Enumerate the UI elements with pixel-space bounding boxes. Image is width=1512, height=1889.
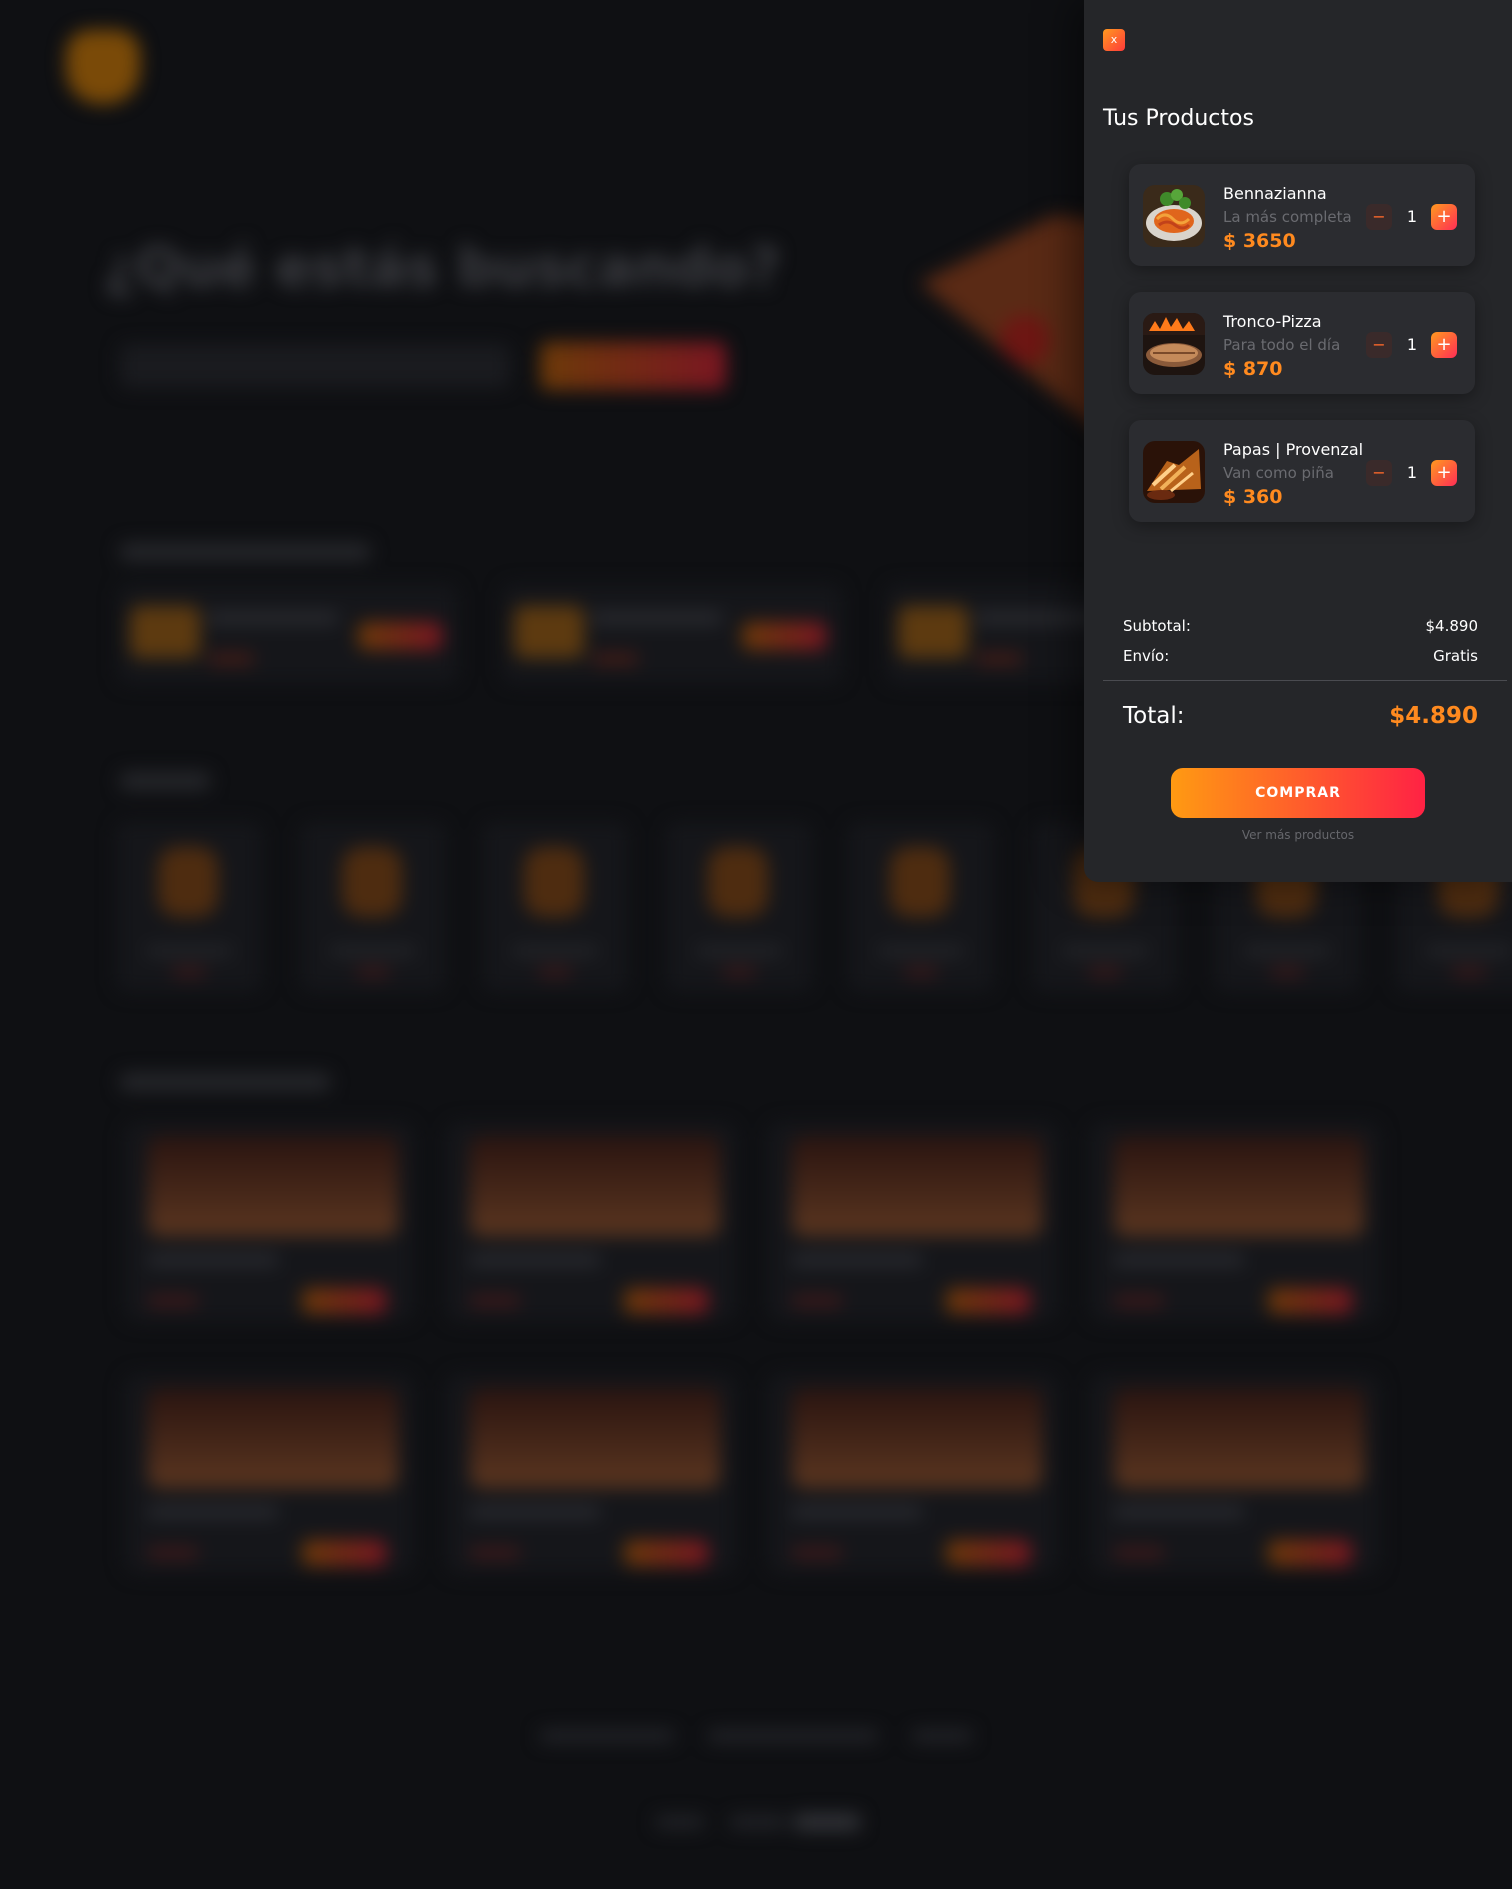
decrease-quantity-button[interactable]: − (1366, 332, 1392, 358)
decrease-quantity-button[interactable]: − (1366, 460, 1392, 486)
buy-button[interactable]: COMPRAR (1171, 768, 1425, 818)
logo (66, 30, 140, 104)
product-card (768, 1374, 1058, 1574)
category-card (116, 822, 262, 992)
total-value: $4.890 (1389, 703, 1478, 729)
cart-title: Tus Productos (1103, 106, 1254, 131)
cart-item: Tronco-Pizza Para todo el día $ 870 − 1 … (1129, 292, 1475, 394)
item-description: Van como piña (1223, 464, 1334, 482)
pizza-oven-icon (1143, 313, 1205, 375)
pasta-dish-icon (1143, 185, 1205, 247)
item-price: $ 870 (1223, 358, 1283, 380)
item-price: $ 360 (1223, 486, 1283, 508)
item-price: $ 3650 (1223, 230, 1296, 252)
footer-link (794, 1814, 860, 1830)
cart-item: Bennazianna La más completa $ 3650 − 1 + (1129, 164, 1475, 266)
item-description: Para todo el día (1223, 336, 1341, 354)
subtotal-label: Subtotal: (1123, 617, 1191, 635)
footer-link (656, 1816, 704, 1828)
footer-link (708, 1730, 878, 1742)
see-more-products-link[interactable]: Ver más productos (1084, 828, 1512, 842)
increase-quantity-button[interactable]: + (1431, 332, 1457, 358)
footer-link (540, 1730, 674, 1742)
product-card (446, 1374, 736, 1574)
item-name: Bennazianna (1223, 184, 1327, 203)
category-card (300, 822, 446, 992)
product-card (124, 1122, 414, 1322)
item-description: La más completa (1223, 208, 1352, 226)
product-card (1090, 1122, 1380, 1322)
category-card (666, 822, 812, 992)
featured-card (118, 584, 458, 684)
cart-item: Papas | Provenzal Van como piña $ 360 − … (1129, 420, 1475, 522)
section-title-featured (120, 543, 370, 561)
product-card (446, 1122, 736, 1322)
search-button (540, 342, 726, 390)
shipping-value: Gratis (1433, 647, 1478, 665)
quantity-value: 1 (1406, 463, 1418, 482)
divider (1103, 680, 1507, 681)
product-card (768, 1122, 1058, 1322)
product-card (124, 1374, 414, 1574)
item-name: Papas | Provenzal (1223, 440, 1364, 459)
fries-icon (1143, 441, 1205, 503)
search-input (120, 344, 510, 388)
subtotal-value: $4.890 (1425, 617, 1479, 635)
category-card (848, 822, 994, 992)
increase-quantity-button[interactable]: + (1431, 460, 1457, 486)
increase-quantity-button[interactable]: + (1431, 204, 1457, 230)
footer-link (912, 1730, 972, 1742)
quantity-value: 1 (1406, 335, 1418, 354)
category-card (482, 822, 628, 992)
shipping-label: Envío: (1123, 647, 1170, 665)
close-button[interactable]: x (1103, 29, 1125, 51)
item-name: Tronco-Pizza (1223, 312, 1322, 331)
product-card (1090, 1374, 1380, 1574)
cart-drawer: x Tus Productos Bennazianna La más compl… (1084, 0, 1512, 882)
featured-card (502, 584, 842, 684)
section-title-products (120, 1073, 330, 1091)
page-heading: ¿Qué estás buscando? (104, 236, 781, 299)
decrease-quantity-button[interactable]: − (1366, 204, 1392, 230)
total-label: Total: (1123, 703, 1185, 729)
section-title-categories (120, 772, 210, 790)
footer-link (730, 1816, 786, 1828)
quantity-value: 1 (1406, 207, 1418, 226)
